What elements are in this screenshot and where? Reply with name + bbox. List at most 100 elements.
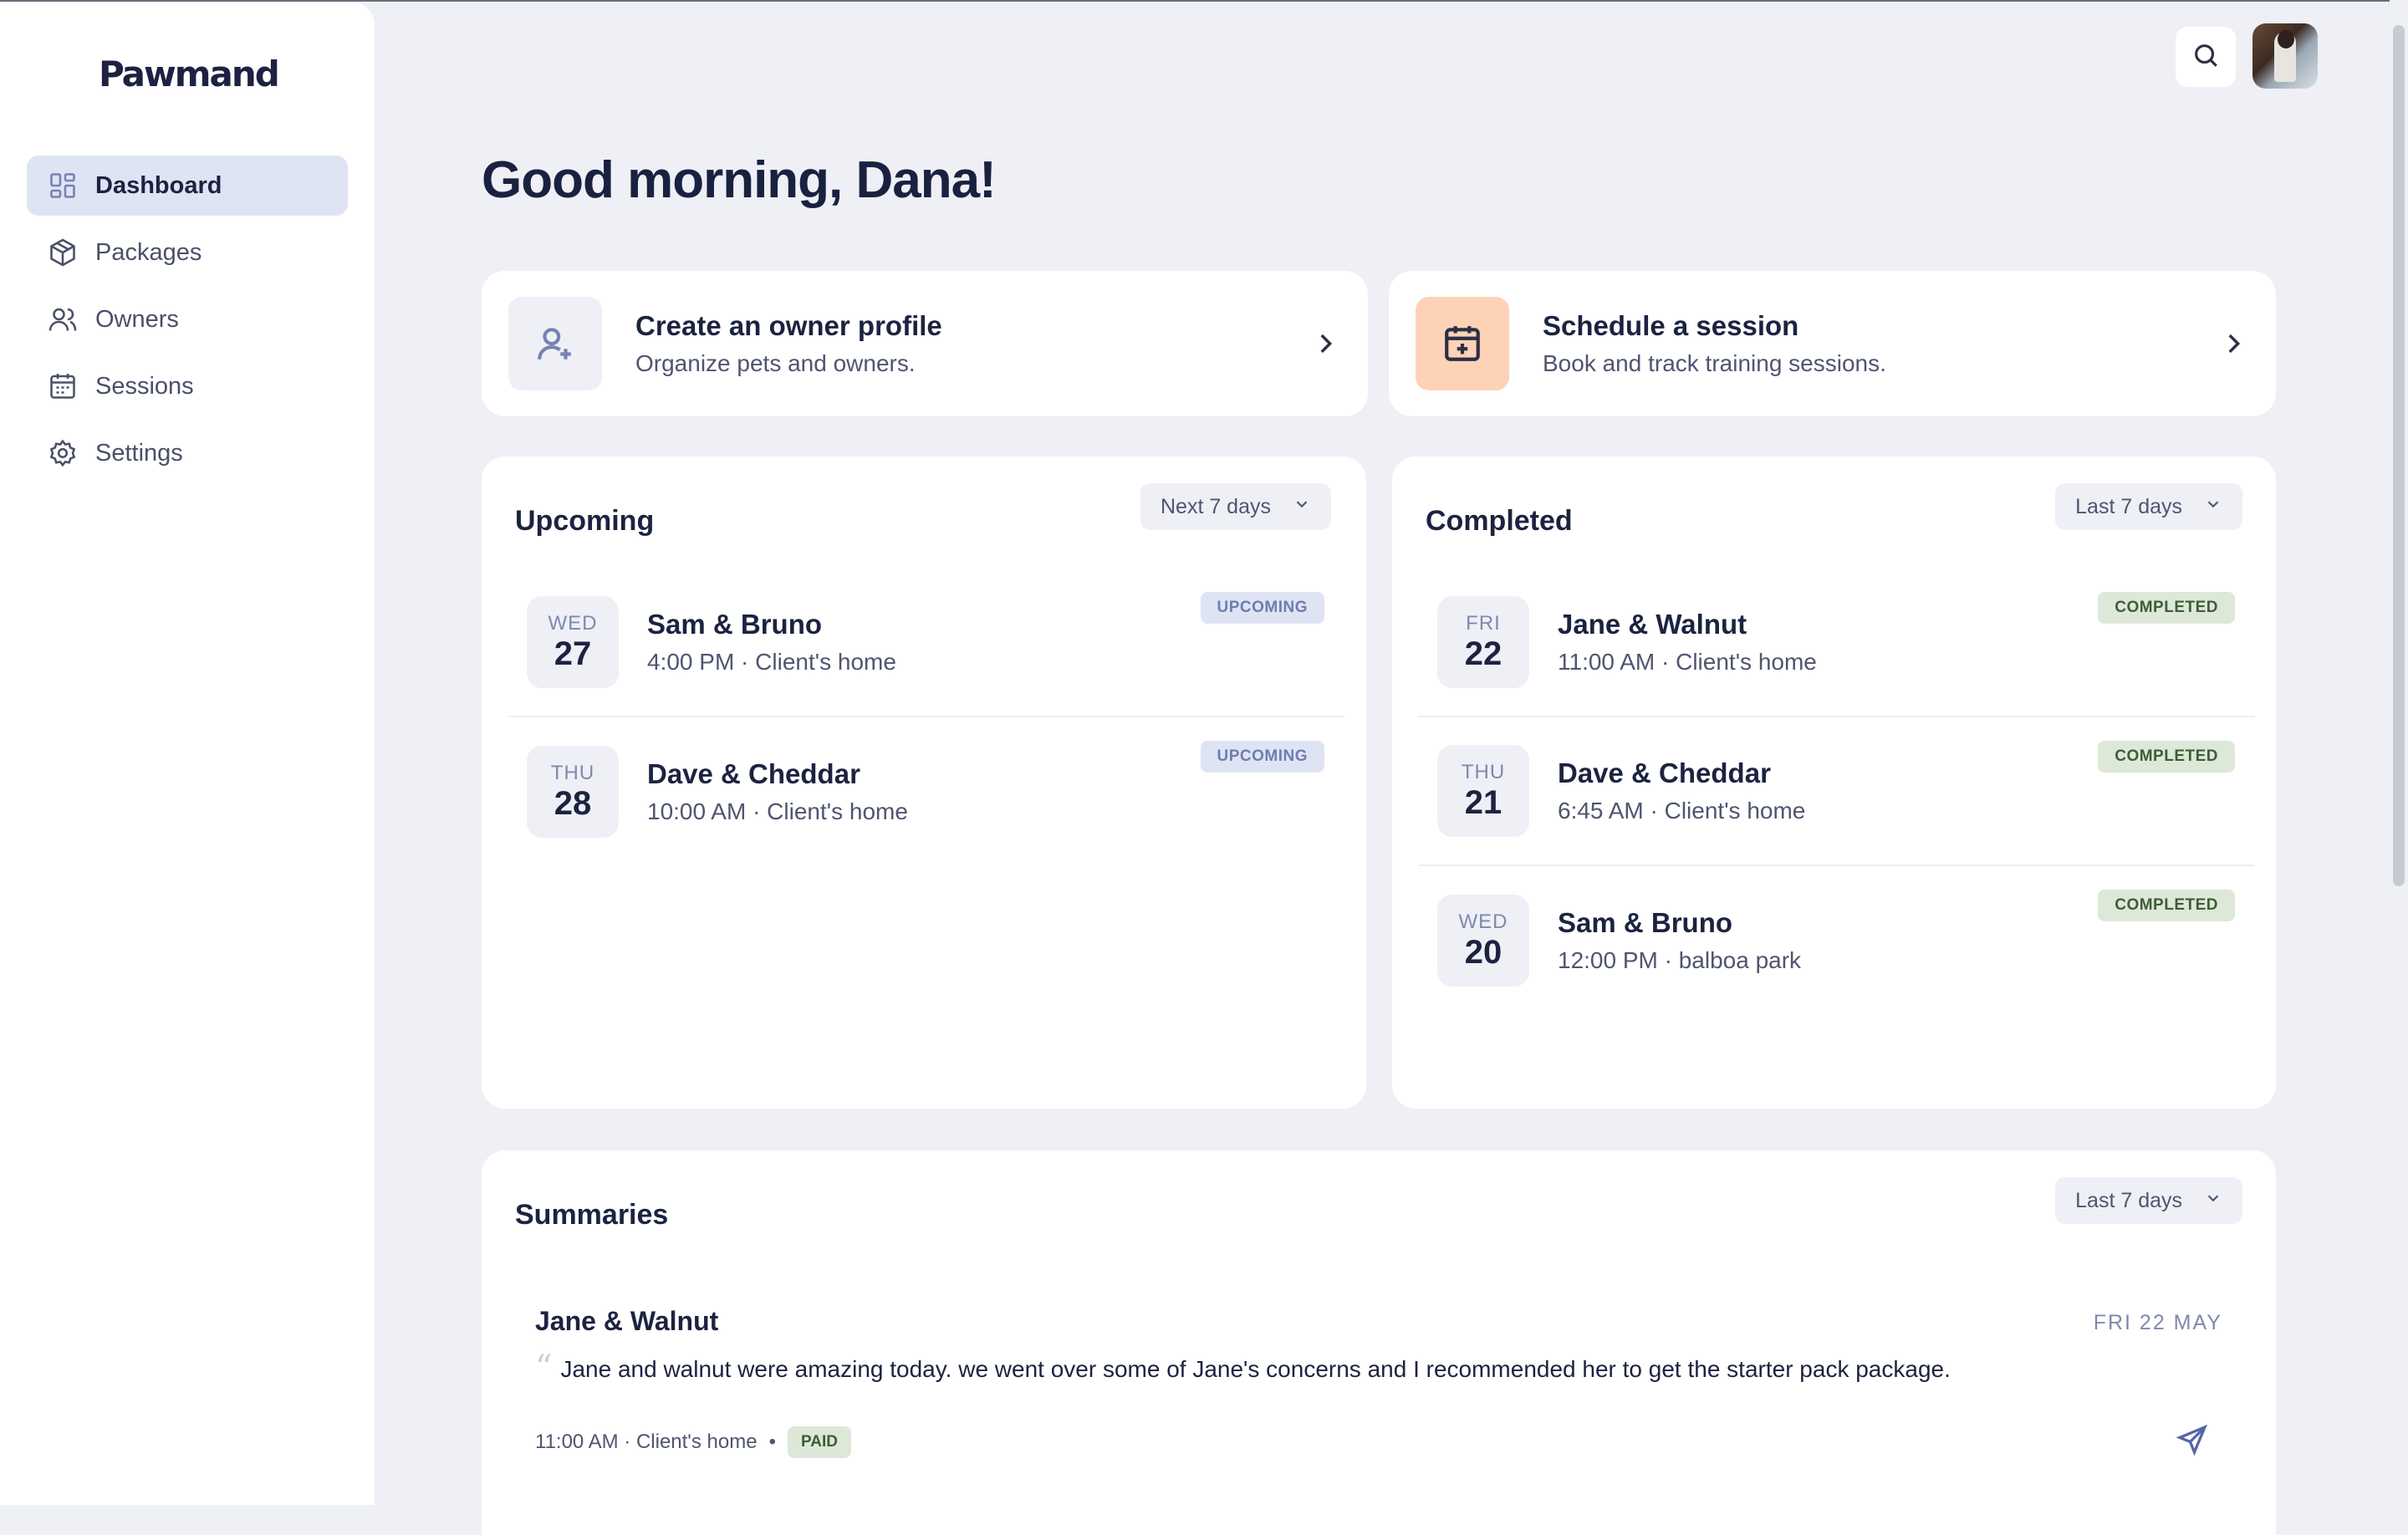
- payment-badge: PAID: [788, 1426, 851, 1458]
- date-dow: THU: [1461, 760, 1506, 783]
- date-day: 21: [1464, 783, 1502, 821]
- chevron-right-icon: [2219, 329, 2247, 358]
- date-dow: WED: [1458, 910, 1508, 933]
- upcoming-filter-dropdown[interactable]: Next 7 days: [1140, 483, 1331, 530]
- summaries-panel: Summaries Last 7 days Jane & Walnut FRI …: [482, 1150, 2276, 1535]
- session-meta: 4:00 PM · Client's home: [647, 649, 896, 675]
- session-row[interactable]: FRI 22 Jane & Walnut 11:00 AM · Client's…: [1419, 569, 2255, 717]
- summary-quote: “ Jane and walnut were amazing today. we…: [535, 1349, 1951, 1387]
- session-name: Sam & Bruno: [647, 609, 823, 640]
- quote-icon: “: [535, 1349, 553, 1387]
- date-badge: WED 20: [1437, 895, 1529, 987]
- dropdown-value: Last 7 days: [2075, 494, 2182, 518]
- create-owner-title: Create an owner profile: [635, 310, 942, 341]
- sidebar-item-settings[interactable]: Settings: [27, 423, 348, 483]
- logo[interactable]: Pawmand: [99, 54, 280, 94]
- session-info: Dave & Cheddar 10:00 AM · Client's home: [647, 758, 908, 825]
- date-day: 20: [1464, 933, 1502, 971]
- sidebar: Pawmand Dashboard Packages Owners Sessio…: [0, 2, 375, 1505]
- session-meta: 6:45 AM · Client's home: [1558, 798, 1806, 824]
- completed-panel: Completed Last 7 days FRI 22 Jane & Waln…: [1392, 456, 2276, 1109]
- date-dow: WED: [548, 611, 598, 635]
- session-name: Jane & Walnut: [1558, 609, 1747, 640]
- schedule-session-card[interactable]: Schedule a session Book and track traini…: [1389, 271, 2276, 416]
- sidebar-item-dashboard[interactable]: Dashboard: [27, 156, 348, 216]
- sidebar-item-label: Owners: [95, 305, 179, 333]
- session-row[interactable]: WED 27 Sam & Bruno 4:00 PM · Client's ho…: [508, 569, 1344, 717]
- scrollbar[interactable]: [2390, 0, 2408, 1505]
- date-dow: THU: [550, 761, 595, 784]
- date-day: 22: [1464, 635, 1502, 672]
- chevron-down-icon: [2182, 495, 2222, 519]
- box-icon: [47, 237, 79, 268]
- avatar[interactable]: [2252, 23, 2318, 89]
- dropdown-value: Last 7 days: [2075, 1188, 2182, 1212]
- window-top-border: [0, 0, 2408, 2]
- create-owner-card[interactable]: Create an owner profile Organize pets an…: [482, 271, 1368, 416]
- session-info: Sam & Bruno 12:00 PM · balboa park: [1558, 907, 1801, 974]
- session-meta: 11:00 AM · Client's home: [1558, 649, 1817, 675]
- status-badge: UPCOMING: [1200, 741, 1324, 773]
- page-title: Good morning, Dana!: [482, 151, 997, 209]
- session-info: Dave & Cheddar 6:45 AM · Client's home: [1558, 757, 1805, 824]
- chevron-right-icon: [1311, 329, 1339, 358]
- sidebar-item-packages[interactable]: Packages: [27, 222, 348, 283]
- session-row[interactable]: WED 20 Sam & Bruno 12:00 PM · balboa par…: [1419, 866, 2255, 1015]
- status-badge: COMPLETED: [2098, 592, 2235, 624]
- completed-title: Completed: [1426, 505, 1573, 537]
- sidebar-item-owners[interactable]: Owners: [27, 289, 348, 349]
- session-info: Jane & Walnut 11:00 AM · Client's home: [1558, 609, 1817, 676]
- dropdown-value: Next 7 days: [1160, 494, 1271, 518]
- date-badge: THU 21: [1437, 745, 1529, 837]
- calendar-icon: [47, 370, 79, 402]
- search-icon: [2191, 41, 2220, 74]
- session-row[interactable]: THU 28 Dave & Cheddar 10:00 AM · Client'…: [508, 717, 1344, 866]
- date-dow: FRI: [1466, 611, 1501, 635]
- date-day: 27: [554, 635, 592, 672]
- status-badge: COMPLETED: [2098, 890, 2235, 921]
- date-badge: FRI 22: [1437, 596, 1529, 688]
- user-plus-icon: [508, 297, 602, 390]
- session-meta: 12:00 PM · balboa park: [1558, 947, 1802, 973]
- status-badge: COMPLETED: [2098, 741, 2235, 773]
- session-row[interactable]: THU 21 Dave & Cheddar 6:45 AM · Client's…: [1419, 717, 2255, 866]
- logo-text: Pawmand: [99, 54, 280, 94]
- sidebar-item-label: Settings: [95, 439, 183, 467]
- upcoming-title: Upcoming: [515, 505, 655, 537]
- sidebar-item-label: Sessions: [95, 372, 194, 400]
- create-owner-subtitle: Organize pets and owners.: [635, 350, 916, 376]
- completed-filter-dropdown[interactable]: Last 7 days: [2055, 483, 2242, 530]
- chevron-down-icon: [2182, 1189, 2222, 1213]
- schedule-session-subtitle: Book and track training sessions.: [1543, 350, 1886, 376]
- summary-meta-text: 11:00 AM · Client's home: [535, 1430, 758, 1453]
- scrollbar-thumb[interactable]: [2393, 25, 2405, 886]
- gear-icon: [47, 437, 79, 469]
- session-info: Sam & Bruno 4:00 PM · Client's home: [647, 609, 896, 676]
- summary-date: FRI 22 MAY: [2093, 1311, 2222, 1334]
- status-badge: UPCOMING: [1200, 592, 1324, 624]
- summary-text: Jane and walnut were amazing today. we w…: [560, 1356, 1951, 1382]
- summary-meta: 11:00 AM · Client's home • PAID: [535, 1426, 851, 1458]
- calendar-plus-icon: [1416, 297, 1509, 390]
- create-owner-text: Create an owner profile Organize pets an…: [635, 310, 942, 377]
- date-day: 28: [554, 784, 592, 822]
- sidebar-item-label: Dashboard: [95, 171, 222, 199]
- session-name: Dave & Cheddar: [647, 758, 860, 789]
- summary-name: Jane & Walnut: [535, 1306, 719, 1336]
- session-name: Dave & Cheddar: [1558, 757, 1771, 788]
- separator-dot: •: [768, 1430, 776, 1453]
- session-meta: 10:00 AM · Client's home: [647, 798, 908, 824]
- schedule-session-title: Schedule a session: [1543, 310, 1799, 341]
- date-badge: THU 28: [527, 746, 619, 838]
- users-icon: [47, 303, 79, 335]
- session-name: Sam & Bruno: [1558, 907, 1733, 938]
- grid-icon: [47, 170, 79, 201]
- upcoming-panel: Upcoming Next 7 days WED 27 Sam & Bruno …: [482, 456, 1366, 1109]
- sidebar-nav: Dashboard Packages Owners Sessions Setti…: [27, 156, 348, 490]
- search-button[interactable]: [2176, 27, 2236, 87]
- summaries-filter-dropdown[interactable]: Last 7 days: [2055, 1177, 2242, 1224]
- date-badge: WED 27: [527, 596, 619, 688]
- schedule-session-text: Schedule a session Book and track traini…: [1543, 310, 1886, 377]
- send-icon[interactable]: [2176, 1423, 2209, 1456]
- sidebar-item-sessions[interactable]: Sessions: [27, 356, 348, 416]
